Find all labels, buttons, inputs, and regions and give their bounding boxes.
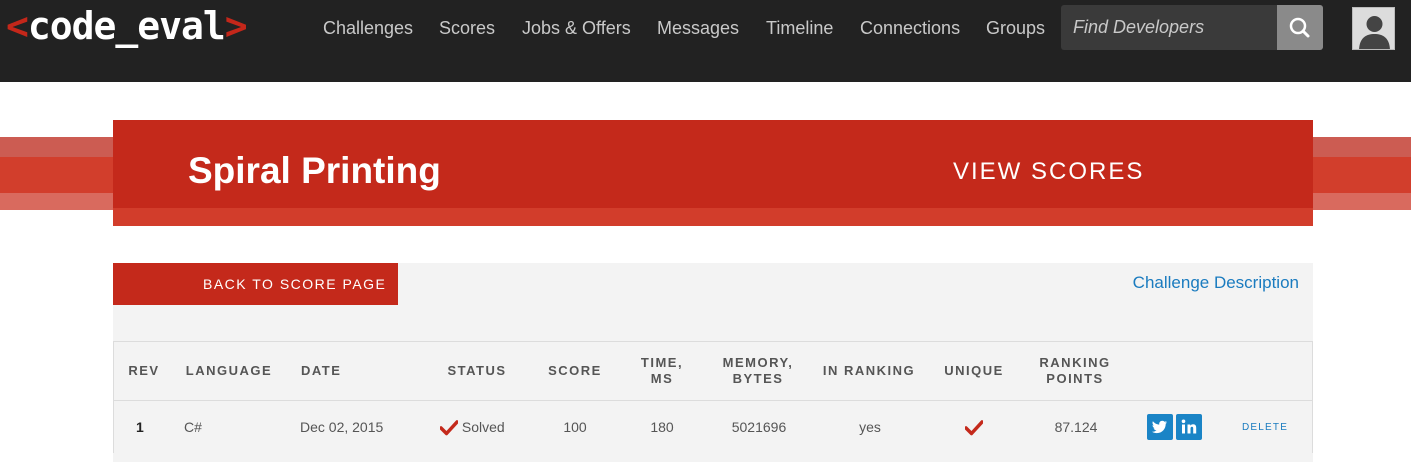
delete-submission-link[interactable]: DELETE <box>1242 401 1288 454</box>
column-header-date: DATE <box>301 363 342 378</box>
nav-link-jobs-offers[interactable]: Jobs & Offers <box>522 0 631 56</box>
nav-link-scores[interactable]: Scores <box>439 0 495 56</box>
cell-in-ranking: yes <box>859 419 881 435</box>
codeeval-logo[interactable]: <code_eval> <box>6 4 248 48</box>
column-header-time: TIME, MS <box>640 355 684 386</box>
cell-time: 180 <box>650 419 674 435</box>
status-text: Solved <box>461 419 505 435</box>
nav-link-messages[interactable]: Messages <box>657 0 739 56</box>
cell-language: C# <box>184 419 202 435</box>
submissions-table: REV LANGUAGE DATE STATUS SCORE TIME, MS … <box>113 341 1313 453</box>
share-linkedin-button[interactable] <box>1176 414 1202 440</box>
user-avatar[interactable] <box>1352 7 1395 50</box>
checkmark-icon <box>965 420 983 436</box>
column-header-unique: UNIQUE <box>944 363 1004 378</box>
cell-status: Solved <box>440 401 520 454</box>
page-title: Spiral Printing <box>188 150 441 191</box>
view-scores-link[interactable]: VIEW SCORES <box>953 158 1144 186</box>
column-header-language: LANGUAGE <box>185 363 273 378</box>
column-header-score: SCORE <box>548 363 602 378</box>
nav-link-connections[interactable]: Connections <box>860 0 960 56</box>
back-to-score-page-button[interactable]: BACK TO SCORE PAGE <box>113 263 398 305</box>
find-developers-input[interactable] <box>1061 5 1277 50</box>
cell-unique <box>964 401 984 454</box>
column-header-rev: REV <box>128 363 160 378</box>
cell-memory: 5021696 <box>731 419 787 435</box>
search-button[interactable] <box>1277 5 1323 50</box>
table-row: 1 C# Dec 02, 2015 Solved 100 180 5021696… <box>114 400 1312 453</box>
banner-lower-band <box>113 208 1313 226</box>
twitter-icon <box>1152 420 1167 434</box>
logo-text: code_eval <box>27 4 226 48</box>
logo-close-bracket: > <box>224 4 248 48</box>
nav-link-challenges[interactable]: Challenges <box>323 0 413 56</box>
column-header-in-ranking: IN RANKING <box>822 363 916 378</box>
challenge-banner: Spiral Printing VIEW SCORES <box>113 120 1313 226</box>
checkmark-icon <box>440 420 458 436</box>
linkedin-icon <box>1181 419 1197 434</box>
user-silhouette-icon <box>1353 8 1394 49</box>
top-navigation-bar: <code_eval> Challenges Scores Jobs & Off… <box>0 0 1411 82</box>
score-details-panel: BACK TO SCORE PAGE Challenge Description… <box>113 263 1313 462</box>
search-box <box>1061 5 1323 50</box>
nav-link-groups[interactable]: Groups <box>986 0 1045 56</box>
cell-score: 100 <box>563 419 587 435</box>
column-header-ranking-points: RANKING POINTS <box>1039 355 1111 386</box>
nav-link-timeline[interactable]: Timeline <box>766 0 833 56</box>
challenge-description-link[interactable]: Challenge Description <box>1133 273 1299 293</box>
logo-open-bracket: < <box>6 4 29 48</box>
share-twitter-button[interactable] <box>1147 414 1173 440</box>
cell-rev[interactable]: 1 <box>136 401 144 454</box>
cell-ranking-points: 87.124 <box>1054 419 1098 435</box>
cell-date: Dec 02, 2015 <box>300 419 384 435</box>
column-header-memory: MEMORY, BYTES <box>722 355 794 386</box>
search-icon <box>1289 17 1310 38</box>
column-header-status: STATUS <box>447 363 507 378</box>
